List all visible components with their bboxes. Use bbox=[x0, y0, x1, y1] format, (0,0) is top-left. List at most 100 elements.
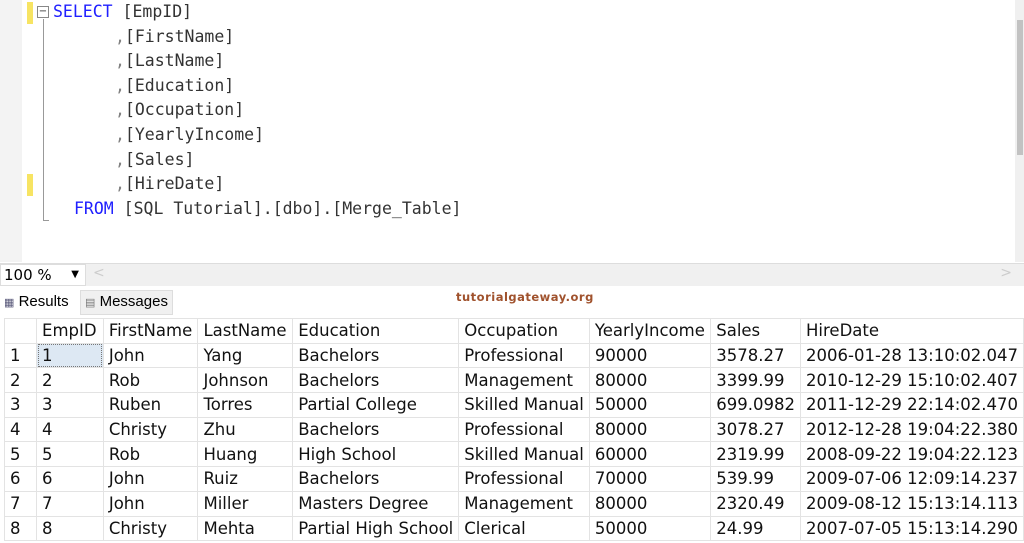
table-cell[interactable]: Bachelors bbox=[292, 466, 460, 492]
table-row[interactable]: 4 4 Christy Zhu Bachelors Professional 80000 30… bbox=[3, 416, 1024, 443]
table-cell[interactable]: 50000 bbox=[588, 392, 712, 418]
zoom-select[interactable]: 100 % ▼ bbox=[0, 264, 86, 286]
table-cell[interactable]: Clerical bbox=[458, 515, 590, 542]
table-cell[interactable]: Ruben bbox=[102, 392, 199, 418]
table-cell[interactable]: 2319.99 bbox=[710, 441, 802, 468]
scroll-left-icon[interactable]: < bbox=[93, 265, 105, 281]
table-cell[interactable]: Professional bbox=[458, 342, 590, 369]
table-cell[interactable]: Johnson bbox=[197, 367, 294, 394]
table-row[interactable]: 6 6 John Ruiz Bachelors Professional 70000 539.… bbox=[3, 466, 1024, 492]
column-header[interactable]: Education bbox=[292, 318, 460, 344]
table-cell[interactable]: 2320.49 bbox=[710, 490, 802, 517]
collapse-icon[interactable]: − bbox=[37, 6, 49, 18]
table-cell[interactable]: 7 bbox=[36, 490, 104, 517]
column-header[interactable]: FirstName bbox=[102, 318, 199, 344]
scrollbar-thumb[interactable] bbox=[1017, 20, 1023, 155]
code-line[interactable]: ,[LastName] bbox=[115, 49, 224, 73]
table-cell[interactable]: Partial College bbox=[292, 392, 460, 418]
table-cell[interactable]: 80000 bbox=[588, 416, 712, 443]
table-cell[interactable]: 2011-12-29 22:14:02.470 bbox=[800, 392, 1024, 418]
table-cell[interactable]: Skilled Manual bbox=[458, 441, 590, 468]
code-line[interactable]: FROM [SQL Tutorial].[dbo].[Merge_Table] bbox=[74, 197, 461, 221]
table-cell[interactable]: 4 bbox=[36, 416, 104, 443]
table-cell[interactable]: Skilled Manual bbox=[458, 392, 590, 418]
column-header[interactable]: HireDate bbox=[800, 318, 1024, 344]
table-cell[interactable]: Professional bbox=[458, 416, 590, 443]
code-line[interactable]: ,[Occupation] bbox=[115, 98, 244, 122]
table-cell[interactable]: Christy bbox=[102, 515, 199, 542]
table-cell[interactable]: 2006-01-28 13:10:02.047 bbox=[800, 342, 1024, 369]
table-row[interactable]: 8 8 Christy Mehta Partial High School Clerica… bbox=[3, 515, 1024, 542]
table-cell[interactable]: John bbox=[102, 342, 199, 369]
table-cell[interactable]: Christy bbox=[102, 416, 199, 443]
table-cell[interactable]: 3 bbox=[36, 392, 104, 418]
code-line[interactable]: ,[Education] bbox=[115, 74, 234, 98]
table-row[interactable]: 3 3 Ruben Torres Partial College Skilled Manu… bbox=[3, 392, 1024, 418]
table-cell[interactable]: 699.0982 bbox=[710, 392, 802, 418]
table-row[interactable]: 7 7 John Miller Masters Degree Management 8000… bbox=[3, 490, 1024, 517]
table-cell[interactable]: Rob bbox=[102, 367, 199, 394]
results-grid[interactable]: EmpID FirstName LastName Education Occupatio… bbox=[3, 318, 1024, 542]
code-line[interactable]: ,[Sales] bbox=[115, 148, 194, 172]
table-cell[interactable]: Yang bbox=[197, 342, 294, 369]
table-cell[interactable]: Torres bbox=[197, 392, 294, 418]
table-cell[interactable]: John bbox=[102, 466, 199, 492]
table-cell[interactable]: Bachelors bbox=[292, 367, 460, 394]
code-line[interactable]: ,[FirstName] bbox=[115, 25, 234, 49]
table-cell[interactable]: Masters Degree bbox=[292, 490, 460, 517]
row-number[interactable]: 2 bbox=[3, 367, 38, 394]
column-header[interactable]: Occupation bbox=[458, 318, 590, 344]
table-cell[interactable]: 3399.99 bbox=[710, 367, 802, 394]
code-line[interactable]: ,[HireDate] bbox=[115, 172, 224, 196]
table-cell[interactable]: Zhu bbox=[197, 416, 294, 443]
column-header[interactable] bbox=[3, 318, 38, 344]
table-cell[interactable]: 80000 bbox=[588, 367, 712, 394]
scroll-right-icon[interactable]: > bbox=[1000, 265, 1012, 281]
table-cell[interactable]: Rob bbox=[102, 441, 199, 468]
row-number[interactable]: 5 bbox=[3, 441, 38, 468]
table-cell[interactable]: Mehta bbox=[197, 515, 294, 542]
table-cell[interactable]: Management bbox=[458, 490, 590, 517]
table-cell[interactable]: 50000 bbox=[588, 515, 712, 542]
table-cell[interactable]: 1 bbox=[36, 342, 104, 369]
row-number[interactable]: 8 bbox=[3, 515, 38, 542]
column-header[interactable]: LastName bbox=[197, 318, 294, 344]
table-cell[interactable]: Ruiz bbox=[197, 466, 294, 492]
table-cell[interactable]: 2009-07-06 12:09:14.237 bbox=[800, 466, 1024, 492]
table-cell[interactable]: John bbox=[102, 490, 199, 517]
row-number[interactable]: 3 bbox=[3, 392, 38, 418]
table-cell[interactable]: 2012-12-28 19:04:22.380 bbox=[800, 416, 1024, 443]
code-line[interactable]: ,[YearlyIncome] bbox=[115, 123, 264, 147]
row-number[interactable]: 6 bbox=[3, 466, 38, 492]
table-cell[interactable]: Miller bbox=[197, 490, 294, 517]
table-cell[interactable]: Professional bbox=[458, 466, 590, 492]
table-cell[interactable]: Bachelors bbox=[292, 342, 460, 369]
code-line[interactable]: SELECT [EmpID] bbox=[53, 0, 192, 24]
table-cell[interactable]: Partial High School bbox=[292, 515, 460, 542]
table-cell[interactable]: 70000 bbox=[588, 466, 712, 492]
table-cell[interactable]: 2010-12-29 15:10:02.407 bbox=[800, 367, 1024, 394]
table-cell[interactable]: High School bbox=[292, 441, 460, 468]
column-header[interactable]: YearlyIncome bbox=[588, 318, 712, 344]
table-cell[interactable]: 90000 bbox=[588, 342, 712, 369]
table-row[interactable]: 5 5 Rob Huang High School Skilled Manual 60000… bbox=[3, 441, 1024, 468]
table-cell[interactable]: 2007-07-05 15:13:14.290 bbox=[800, 515, 1024, 542]
table-cell[interactable]: 2008-09-22 19:04:22.123 bbox=[800, 441, 1024, 468]
table-cell[interactable]: 24.99 bbox=[710, 515, 802, 542]
row-number[interactable]: 1 bbox=[3, 342, 38, 369]
table-cell[interactable]: 539.99 bbox=[710, 466, 802, 492]
column-header[interactable]: EmpID bbox=[36, 318, 104, 344]
table-cell[interactable]: 80000 bbox=[588, 490, 712, 517]
tab-results[interactable]: ▦ Results bbox=[0, 290, 73, 315]
table-cell[interactable]: 8 bbox=[36, 515, 104, 542]
table-cell[interactable]: 60000 bbox=[588, 441, 712, 468]
table-row[interactable]: 2 2 Rob Johnson Bachelors Management 80000 3399… bbox=[3, 367, 1024, 394]
table-cell[interactable]: Bachelors bbox=[292, 416, 460, 443]
table-cell[interactable]: 6 bbox=[36, 466, 104, 492]
tab-messages[interactable]: ▤ Messages bbox=[80, 290, 173, 315]
row-number[interactable]: 7 bbox=[3, 490, 38, 517]
table-cell[interactable]: 5 bbox=[36, 441, 104, 468]
table-cell[interactable]: 2009-08-12 15:13:14.113 bbox=[800, 490, 1024, 517]
table-cell[interactable]: 3078.27 bbox=[710, 416, 802, 443]
table-row[interactable]: 1 1 John Yang Bachelors Professional 90000 3578… bbox=[3, 342, 1024, 369]
